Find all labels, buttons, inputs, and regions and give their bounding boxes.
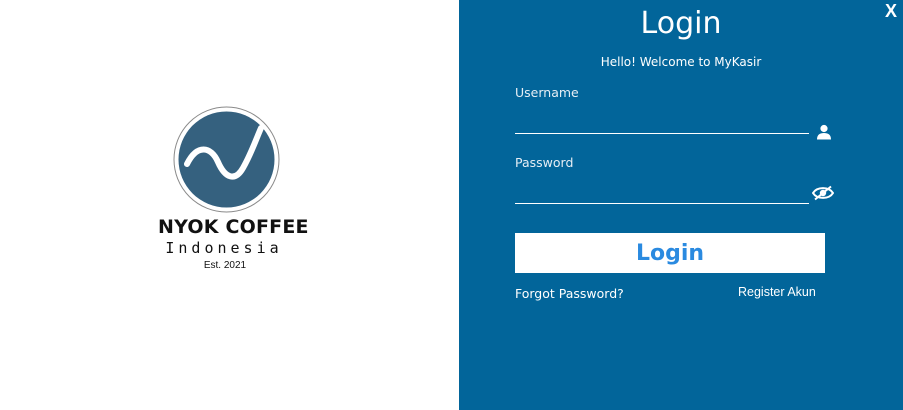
welcome-text: Hello! Welcome to MyKasir xyxy=(600,55,762,69)
login-title: Login xyxy=(640,6,722,41)
username-label: Username xyxy=(515,85,579,100)
password-input[interactable] xyxy=(515,180,809,204)
coffee-logo-icon xyxy=(173,106,280,213)
register-link[interactable]: Register Akun xyxy=(738,285,816,299)
forgot-password-link[interactable]: Forgot Password? xyxy=(515,286,624,301)
eye-icon[interactable] xyxy=(812,182,834,204)
brand-established: Est. 2021 xyxy=(203,260,247,271)
user-icon xyxy=(813,121,835,143)
brand-subtitle: Indonesia xyxy=(165,239,283,257)
brand-panel: NYOK COFFEE Indonesia Est. 2021 xyxy=(0,0,459,410)
brand-name: NYOK COFFEE xyxy=(158,216,309,238)
password-label: Password xyxy=(515,155,574,170)
login-button[interactable]: Login xyxy=(515,233,825,273)
username-input[interactable] xyxy=(515,110,809,134)
login-panel: X Login Hello! Welcome to MyKasir Userna… xyxy=(459,0,903,410)
brand-logo: NYOK COFFEE Indonesia Est. 2021 xyxy=(158,106,309,276)
